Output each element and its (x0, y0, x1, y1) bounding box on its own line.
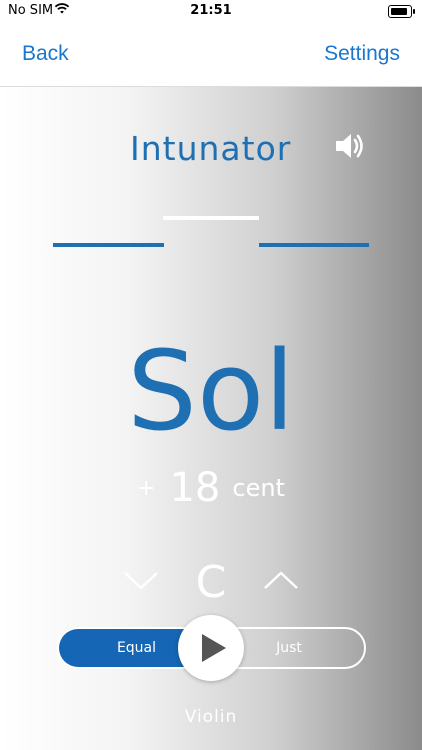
cent-value: 18 (169, 465, 221, 511)
navigation-bar: Back Settings (0, 22, 422, 87)
tuning-bar-left (53, 243, 164, 247)
tuning-indicator (163, 216, 259, 220)
cent-sign: + (137, 475, 156, 501)
clock-label: 21:51 (190, 3, 232, 18)
status-bar: No SIM 21:51 (0, 0, 422, 22)
play-icon (202, 634, 226, 662)
instrument-label[interactable]: Violin (0, 707, 422, 727)
key-label: C (195, 557, 227, 608)
play-button[interactable] (178, 615, 244, 681)
key-selector: C (0, 557, 422, 608)
app-logo: Intunator (130, 129, 292, 168)
cent-deviation: +18 cent (0, 465, 422, 511)
speaker-icon[interactable] (334, 131, 368, 161)
tuner-panel: Intunator Sol +18 cent C Equal Just Violi… (0, 87, 422, 750)
back-button[interactable]: Back (22, 42, 69, 66)
battery-icon (388, 5, 415, 18)
cent-unit: cent (232, 474, 285, 502)
settings-button[interactable]: Settings (324, 42, 400, 66)
chevron-up-icon[interactable] (261, 567, 301, 593)
detected-note: Sol (127, 327, 295, 455)
tuning-bar-right (259, 243, 369, 247)
